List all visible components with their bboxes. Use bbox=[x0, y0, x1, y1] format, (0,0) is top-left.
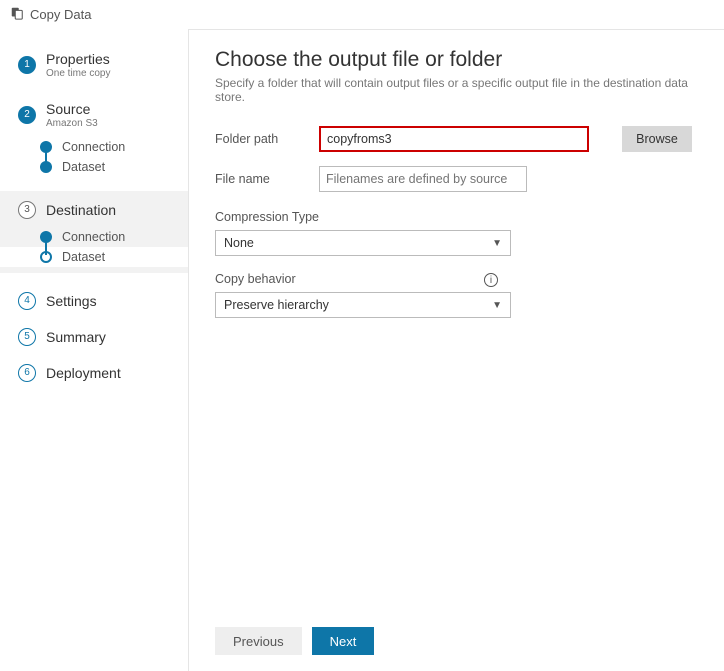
folder-path-input[interactable] bbox=[319, 126, 589, 152]
titlebar-text: Copy Data bbox=[30, 7, 91, 22]
connector-line bbox=[45, 237, 47, 255]
step-properties[interactable]: 1 Properties One time copy bbox=[0, 47, 188, 83]
step-number: 6 bbox=[18, 364, 36, 382]
substep-destination-dataset[interactable]: Dataset bbox=[0, 247, 188, 267]
wizard-sidebar: 1 Properties One time copy 2 Source Amaz… bbox=[0, 29, 188, 671]
step-settings[interactable]: 4 Settings bbox=[0, 283, 188, 319]
step-deployment[interactable]: 6 Deployment bbox=[0, 355, 188, 391]
next-button[interactable]: Next bbox=[312, 627, 375, 655]
folder-path-label: Folder path bbox=[215, 132, 319, 146]
titlebar: Copy Data bbox=[0, 0, 724, 29]
compression-type-select[interactable]: None ▼ bbox=[215, 230, 511, 256]
copy-behavior-value: Preserve hierarchy bbox=[224, 298, 329, 312]
step-subtitle: Amazon S3 bbox=[46, 118, 98, 129]
substep-destination-connection[interactable]: Connection bbox=[40, 227, 188, 247]
substep-label: Dataset bbox=[62, 160, 105, 174]
main-panel: Choose the output file or folder Specify… bbox=[188, 29, 724, 671]
chevron-down-icon: ▼ bbox=[492, 238, 502, 249]
substep-source-dataset[interactable]: Dataset bbox=[40, 157, 188, 177]
copy-icon bbox=[10, 6, 24, 23]
compression-type-value: None bbox=[224, 236, 254, 250]
connector-line bbox=[45, 147, 47, 165]
step-source[interactable]: 2 Source Amazon S3 bbox=[0, 97, 188, 133]
step-destination[interactable]: 3 Destination bbox=[0, 197, 188, 223]
step-number: 2 bbox=[18, 106, 36, 124]
step-title: Properties bbox=[46, 51, 110, 67]
step-title: Destination bbox=[46, 202, 116, 218]
wizard-footer: Previous Next bbox=[215, 627, 698, 655]
step-title: Source bbox=[46, 101, 98, 117]
page-title: Choose the output file or folder bbox=[215, 48, 698, 72]
substep-label: Connection bbox=[62, 230, 125, 244]
chevron-down-icon: ▼ bbox=[492, 300, 502, 311]
substep-label: Connection bbox=[62, 140, 125, 154]
step-summary[interactable]: 5 Summary bbox=[0, 319, 188, 355]
step-number: 1 bbox=[18, 56, 36, 74]
step-number: 3 bbox=[18, 201, 36, 219]
page-description: Specify a folder that will contain outpu… bbox=[215, 76, 698, 104]
browse-button[interactable]: Browse bbox=[622, 126, 692, 152]
info-icon[interactable]: i bbox=[484, 273, 498, 287]
copy-behavior-label: Copy behavior bbox=[215, 272, 296, 286]
step-subtitle: One time copy bbox=[46, 68, 110, 79]
filename-label: File name bbox=[215, 172, 319, 186]
filename-input bbox=[319, 166, 527, 192]
step-title: Settings bbox=[46, 293, 97, 309]
copy-behavior-select[interactable]: Preserve hierarchy ▼ bbox=[215, 292, 511, 318]
previous-button[interactable]: Previous bbox=[215, 627, 302, 655]
step-number: 4 bbox=[18, 292, 36, 310]
step-number: 5 bbox=[18, 328, 36, 346]
substep-source-connection[interactable]: Connection bbox=[40, 137, 188, 157]
substep-label: Dataset bbox=[62, 250, 105, 264]
step-title: Summary bbox=[46, 329, 106, 345]
step-title: Deployment bbox=[46, 365, 121, 381]
compression-type-label: Compression Type bbox=[215, 210, 698, 224]
